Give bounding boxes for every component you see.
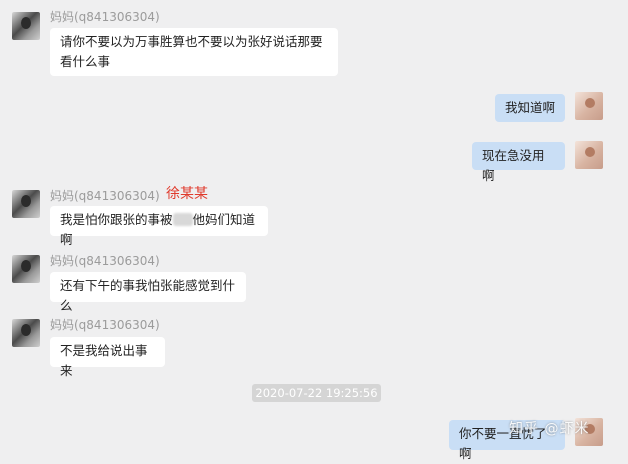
sender-name: 妈妈(q841306304)	[50, 189, 160, 203]
watermark: 知乎 @虾米	[509, 421, 590, 437]
message-text: 我知道啊	[505, 100, 556, 115]
contact-avatar[interactable]	[12, 255, 40, 283]
red-annotation: 徐某某	[166, 186, 208, 202]
contact-avatar[interactable]	[12, 319, 40, 347]
message-bubble[interactable]: 不是我给说出事来	[50, 337, 165, 378]
message-text: 还有下午的事我怕张能感觉到什么	[60, 278, 236, 313]
message-text: 现在急没用啊	[482, 148, 545, 183]
sender-name: 妈妈(q841306304)	[50, 10, 160, 24]
message-bubble[interactable]: 请你不要以为万事胜算也不要以为张好说话那要看什么事	[50, 28, 338, 76]
my-avatar[interactable]	[575, 141, 603, 169]
my-message-bubble[interactable]: 我知道啊	[495, 94, 565, 122]
message-text: 不是我给说出事来	[60, 343, 148, 378]
my-message-bubble[interactable]: 现在急没用啊	[472, 142, 565, 183]
message-text-before: 我是怕你跟张的事被	[60, 212, 173, 227]
sender-name: 妈妈(q841306304)	[50, 318, 160, 332]
message-text: 请你不要以为万事胜算也不要以为张好说话那要看什么事	[60, 34, 323, 69]
chat-timestamp: 2020-07-22 19:25:56	[252, 384, 381, 402]
message-bubble[interactable]: 我是怕你跟张的事被 他妈们知道啊	[50, 206, 268, 247]
contact-avatar[interactable]	[12, 12, 40, 40]
my-avatar[interactable]	[575, 92, 603, 120]
sender-name: 妈妈(q841306304)	[50, 254, 160, 268]
redaction-blur	[172, 213, 193, 226]
message-bubble[interactable]: 还有下午的事我怕张能感觉到什么	[50, 272, 246, 313]
contact-avatar[interactable]	[12, 190, 40, 218]
